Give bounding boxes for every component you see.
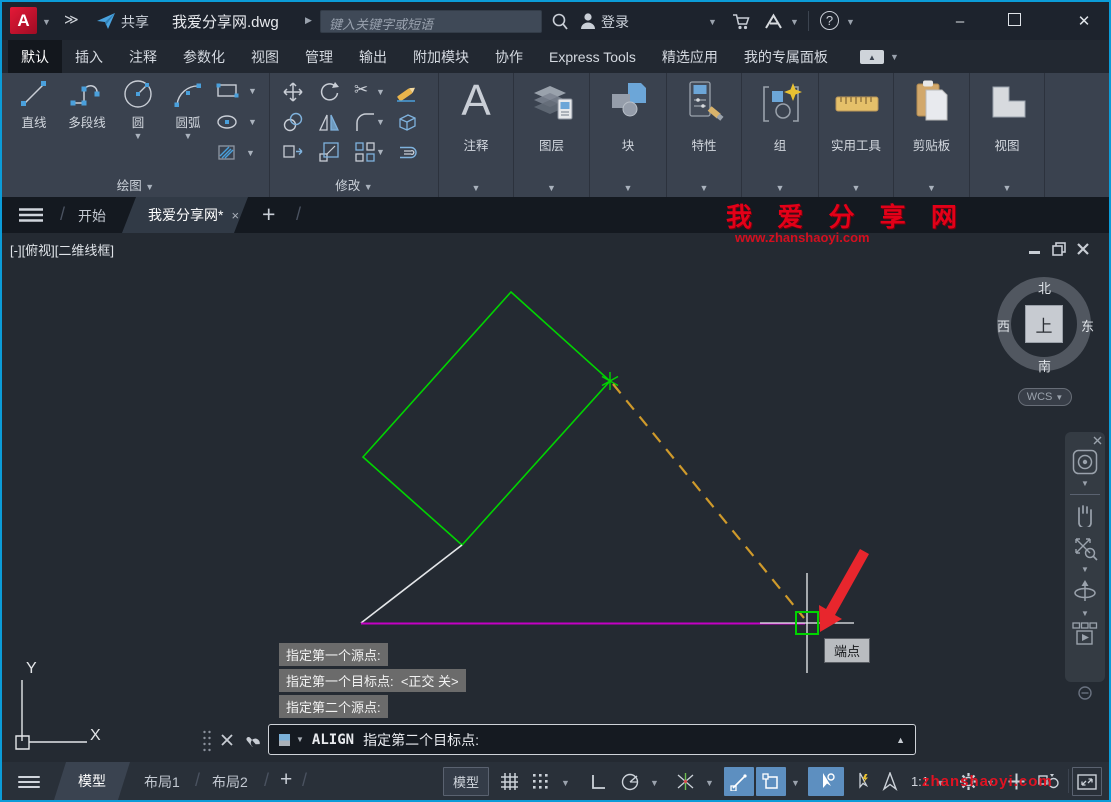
prompt-history-3: 指定第二个源点: [279,695,388,718]
zoom-extents-icon[interactable] [1072,535,1098,561]
prompt-history-2: 指定第一个目标点: <正交 关> [279,669,466,692]
ortho-mode-toggle[interactable] [583,767,613,796]
navigation-bar: ▼ ▼ ▼ [1065,432,1105,682]
watermark-bottom-url: zhanshaoyi.com [922,773,1053,790]
command-bar: ▼ ALIGN 指定第二个目标点: ▲ [200,724,920,757]
tab-separator: / [195,770,200,791]
command-tools-wrench-icon[interactable] [244,731,262,750]
osnap-2d-toggle[interactable] [724,767,754,796]
polar-caret-icon[interactable]: ▼ [650,778,659,788]
object-snap-tracking-toggle[interactable] [670,767,700,796]
zoom-caret-icon[interactable]: ▼ [1065,565,1105,574]
annotation-visibility-toggle[interactable] [847,767,875,796]
polar-icon [620,772,640,791]
tab-separator: / [264,770,269,791]
command-recent-caret-icon[interactable]: ▼ [296,735,304,744]
command-close-icon[interactable] [220,733,234,747]
snap-mode-toggle[interactable] [526,767,556,796]
layout-tab-model[interactable]: 模型 [54,762,130,800]
osnap-settings-toggle[interactable] [756,767,786,796]
annotation-lightning-icon [852,772,871,791]
autoscale-toggle[interactable] [876,767,904,796]
otrack-icon [676,772,695,791]
annotation-arrow [819,549,869,632]
viewcube-east[interactable]: 东 [1081,316,1094,335]
snap-grid-icon [532,772,551,791]
layout-tab-1[interactable]: 布局1 [144,772,180,792]
command-prompt-text: 指定第二个目标点: [363,730,479,750]
navbar-divider [1070,494,1100,495]
orbit-icon[interactable] [1072,577,1098,605]
osnap-square-icon [762,773,780,791]
osnap-caret-icon[interactable]: ▼ [791,778,800,788]
polar-tracking-toggle[interactable] [615,767,645,796]
wcs-dropdown[interactable]: WCS▼ [1018,388,1072,406]
navbar-customize-icon[interactable] [1078,686,1092,700]
navwheel-caret-icon[interactable]: ▼ [1065,479,1105,488]
clean-screen-button[interactable] [1072,767,1102,796]
model-space-toggle[interactable]: 模型 [443,767,489,796]
viewcube-north[interactable]: 北 [1038,278,1051,297]
cursor-osnap-icon [816,772,836,791]
ucs-x-label: X [90,727,101,744]
orbit-caret-icon[interactable]: ▼ [1065,609,1105,618]
tab-separator: / [302,770,307,791]
prompt-history-1: 指定第一个源点: [279,643,388,666]
viewcube-top-face[interactable]: 上 [1025,305,1063,343]
selection-cycling-toggle[interactable] [808,767,844,796]
command-prompt-icon[interactable] [278,733,292,747]
viewcube-south[interactable]: 南 [1038,356,1051,375]
command-bar-grip[interactable] [202,729,212,753]
command-history-expand-icon[interactable]: ▲ [896,735,905,745]
watermark-url: www.zhanshaoyi.com [735,230,870,245]
command-input[interactable]: ▼ ALIGN 指定第二个目标点: ▲ [268,724,916,755]
grid-display-toggle[interactable] [494,767,524,796]
ortho-icon [589,773,607,791]
layout-menu-icon[interactable] [18,773,40,791]
ucs-icon [16,680,87,749]
snap-caret-icon[interactable]: ▼ [561,778,570,788]
white-line-entity[interactable] [361,545,462,623]
ucs-y-label: Y [26,660,37,677]
navbar-close-icon[interactable] [1093,436,1102,445]
application-window: A ▼ ≫ 共享 我爱分享网.dwg ▶ 键入关键字或短语 登录 ▼ ▼ ? ▼… [0,0,1111,802]
navigation-wheel-icon[interactable] [1072,449,1098,475]
osnap-icon [730,773,748,791]
green-rectangle-entity[interactable] [363,292,610,545]
active-command-name: ALIGN [312,732,354,748]
pan-hand-icon[interactable] [1073,501,1097,527]
otrack-caret-icon[interactable]: ▼ [705,778,714,788]
snap-tooltip: 端点 [824,638,870,663]
alignment-dashed-line [613,384,804,618]
statusbar-divider [1068,769,1069,793]
watermark-title: 我 爱 分 享 网 [726,197,966,234]
showmotion-icon[interactable] [1071,621,1099,647]
drawing-canvas-overlay: Y X [2,2,1109,800]
viewcube-west[interactable]: 西 [997,316,1010,335]
new-layout-button[interactable]: + [280,768,292,792]
fullscreen-icon [1077,774,1097,790]
layout-tab-2[interactable]: 布局2 [212,772,248,792]
grid-icon [500,772,519,791]
annotation-scale-icon [881,772,900,791]
